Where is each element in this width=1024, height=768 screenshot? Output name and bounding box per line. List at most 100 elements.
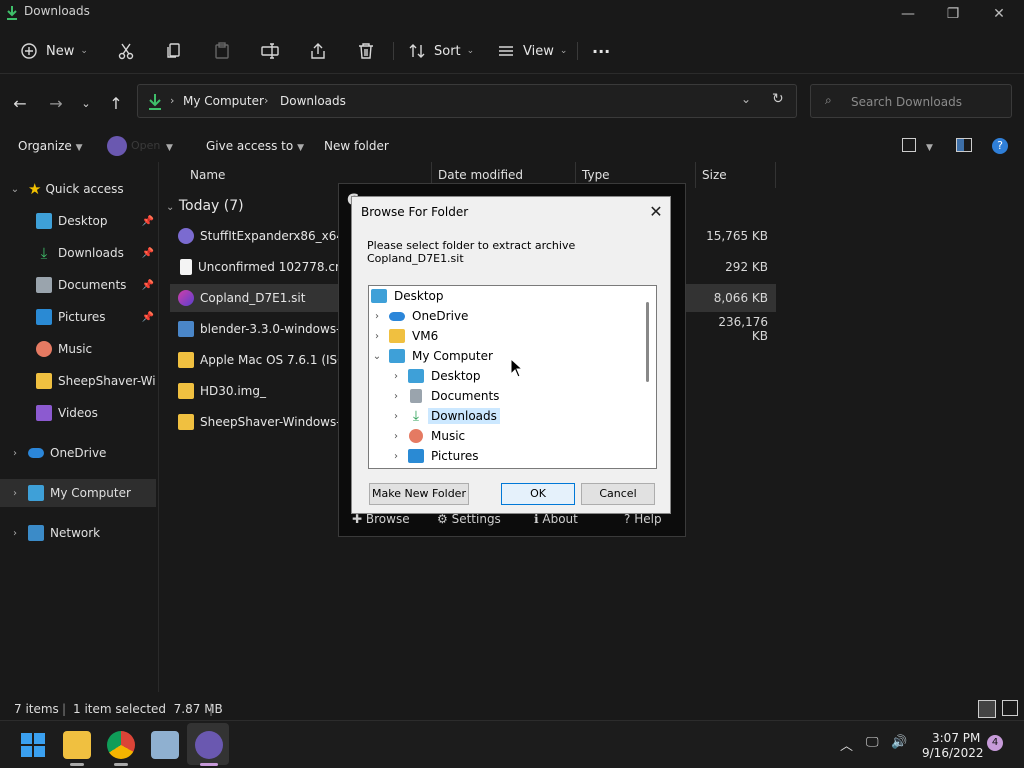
chevron-right-icon[interactable]: › <box>390 371 402 382</box>
file-explorer-icon[interactable] <box>63 731 91 759</box>
sidebar-label: Pictures <box>58 310 106 324</box>
tree-node-pictures[interactable]: › Pictures <box>390 446 482 466</box>
help-icon[interactable]: ? <box>992 138 1008 154</box>
make-new-folder-button[interactable]: Make New Folder <box>369 483 469 505</box>
tree-scrollbar[interactable] <box>646 302 649 382</box>
sidebar-onedrive[interactable]: › OneDrive <box>0 439 158 467</box>
chevron-right-icon[interactable]: › <box>390 431 402 442</box>
dialog-close-button[interactable]: ✕ <box>645 201 667 223</box>
ok-button[interactable]: OK <box>501 483 575 505</box>
recent-locations-icon[interactable]: ⌄ <box>76 94 96 114</box>
help-button[interactable]: ? Help <box>624 512 662 526</box>
documents-icon <box>36 277 52 293</box>
sidebar-item-videos[interactable]: Videos <box>0 399 158 427</box>
tree-node-my-computer[interactable]: ⌄ My Computer <box>371 346 496 366</box>
details-view-icon[interactable] <box>902 138 916 152</box>
breadcrumb-downloads[interactable]: Downloads <box>280 94 346 108</box>
photos-icon[interactable] <box>151 731 179 759</box>
message-line: Copland_D7E1.sit <box>367 252 464 265</box>
chevron-down-icon[interactable]: ⌄ <box>741 92 751 106</box>
minimize-button[interactable]: — <box>893 4 923 24</box>
chevron-right-icon[interactable]: › <box>371 331 383 342</box>
chevron-right-icon[interactable]: › <box>390 411 402 422</box>
forward-arrow-icon[interactable]: → <box>46 94 66 114</box>
paste-button[interactable] <box>211 40 233 62</box>
new-folder-button[interactable]: New folder <box>324 139 389 153</box>
volume-icon[interactable]: 🔊 <box>891 735 907 750</box>
sidebar-quick-access[interactable]: ⌄ ★ Quick access <box>0 175 158 203</box>
copy-button[interactable] <box>163 40 185 62</box>
sidebar-item-documents[interactable]: Documents 📌 <box>0 271 158 299</box>
sidebar-my-computer[interactable]: › My Computer <box>0 479 156 507</box>
sidebar-item-sheepshaver[interactable]: SheepShaver-Wind <box>0 367 158 395</box>
more-options-button[interactable]: ··· <box>592 40 610 62</box>
display-icon[interactable]: 🖵 <box>866 735 879 750</box>
close-button[interactable]: ✕ <box>984 4 1014 24</box>
delete-button[interactable] <box>355 40 377 62</box>
sidebar-item-pictures[interactable]: Pictures 📌 <box>0 303 158 331</box>
gear-icon: ⚙ <box>437 512 448 526</box>
tree-node-documents[interactable]: › Documents <box>390 386 502 406</box>
view-button[interactable]: View ⌄ <box>495 40 567 62</box>
tree-node-desktop[interactable]: Desktop <box>371 286 447 306</box>
column-header-type[interactable]: Type <box>582 168 610 182</box>
sort-button[interactable]: Sort ⌄ <box>406 40 474 62</box>
column-header-name[interactable]: Name <box>190 168 225 182</box>
clock-date[interactable]: 9/16/2022 <box>922 746 984 760</box>
notification-badge[interactable]: 4 <box>987 735 1003 751</box>
sidebar-item-desktop[interactable]: Desktop 📌 <box>0 207 158 235</box>
chevron-up-icon[interactable]: ︿ <box>840 735 853 754</box>
sidebar-item-music[interactable]: Music <box>0 335 158 363</box>
sidebar-item-downloads[interactable]: ⤓ Downloads 📌 <box>0 239 158 267</box>
chevron-down-icon[interactable]: ⌄ <box>371 351 383 362</box>
breadcrumb-my-computer[interactable]: My Computer <box>183 94 264 108</box>
column-header-size[interactable]: Size <box>702 168 727 182</box>
tree-node-desktop-sub[interactable]: › Desktop <box>390 366 484 386</box>
tree-node-vm6[interactable]: › VM6 <box>371 326 441 346</box>
search-input[interactable]: Search Downloads <box>851 95 962 109</box>
new-button[interactable]: New ⌄ <box>18 40 88 62</box>
group-header[interactable]: ⌄ Today (7) <box>166 198 244 214</box>
tree-node-onedrive[interactable]: › OneDrive <box>371 306 471 326</box>
refresh-icon[interactable]: ↻ <box>772 91 784 107</box>
chevron-right-icon[interactable]: › <box>371 311 383 322</box>
clock-time[interactable]: 3:07 PM <box>932 731 980 745</box>
details-layout-icon[interactable] <box>978 700 996 718</box>
rename-button[interactable] <box>259 40 281 62</box>
pin-icon[interactable]: 📌 <box>142 280 154 291</box>
address-bar[interactable]: › My Computer › Downloads ⌄ ↻ <box>137 84 797 118</box>
chrome-icon[interactable] <box>107 731 135 759</box>
view-list-icon <box>495 40 517 62</box>
search-box[interactable]: ⌕ Search Downloads <box>810 84 1012 118</box>
up-arrow-icon[interactable]: ↑ <box>106 94 126 114</box>
cut-button[interactable] <box>115 40 137 62</box>
sidebar-network[interactable]: › Network <box>0 519 158 547</box>
organize-button[interactable]: Organize ▼ <box>18 139 83 153</box>
tiles-layout-icon[interactable] <box>1002 700 1018 716</box>
network-icon <box>28 525 44 541</box>
stuffit-icon[interactable] <box>107 136 127 156</box>
back-arrow-icon[interactable]: ← <box>10 94 30 114</box>
share-button[interactable] <box>307 40 329 62</box>
browse-button[interactable]: ✚ Browse <box>352 512 410 526</box>
preview-pane-icon[interactable] <box>956 138 972 152</box>
about-button[interactable]: ℹ About <box>534 512 578 526</box>
dropdown-arrow-icon[interactable]: ▼ <box>166 139 173 153</box>
sidebar-label: Desktop <box>58 214 108 228</box>
maximize-button[interactable]: ❐ <box>938 4 968 24</box>
pin-icon[interactable]: 📌 <box>142 312 154 323</box>
chevron-right-icon[interactable]: › <box>390 391 402 402</box>
stuffit-icon[interactable] <box>195 731 223 759</box>
pin-icon[interactable]: 📌 <box>142 248 154 259</box>
tree-label: Music <box>431 429 466 443</box>
chevron-right-icon[interactable]: › <box>390 451 402 462</box>
cancel-button[interactable]: Cancel <box>581 483 655 505</box>
column-header-date[interactable]: Date modified <box>438 168 523 182</box>
pin-icon[interactable]: 📌 <box>142 216 154 227</box>
tree-node-downloads[interactable]: › ⤓ Downloads <box>390 406 500 426</box>
tree-node-music[interactable]: › Music <box>390 426 468 446</box>
start-windows-icon[interactable] <box>19 731 47 759</box>
give-access-button[interactable]: Give access to ▼ <box>206 139 304 153</box>
dropdown-arrow-icon[interactable]: ▼ <box>926 139 933 153</box>
settings-button[interactable]: ⚙ Settings <box>437 512 501 526</box>
